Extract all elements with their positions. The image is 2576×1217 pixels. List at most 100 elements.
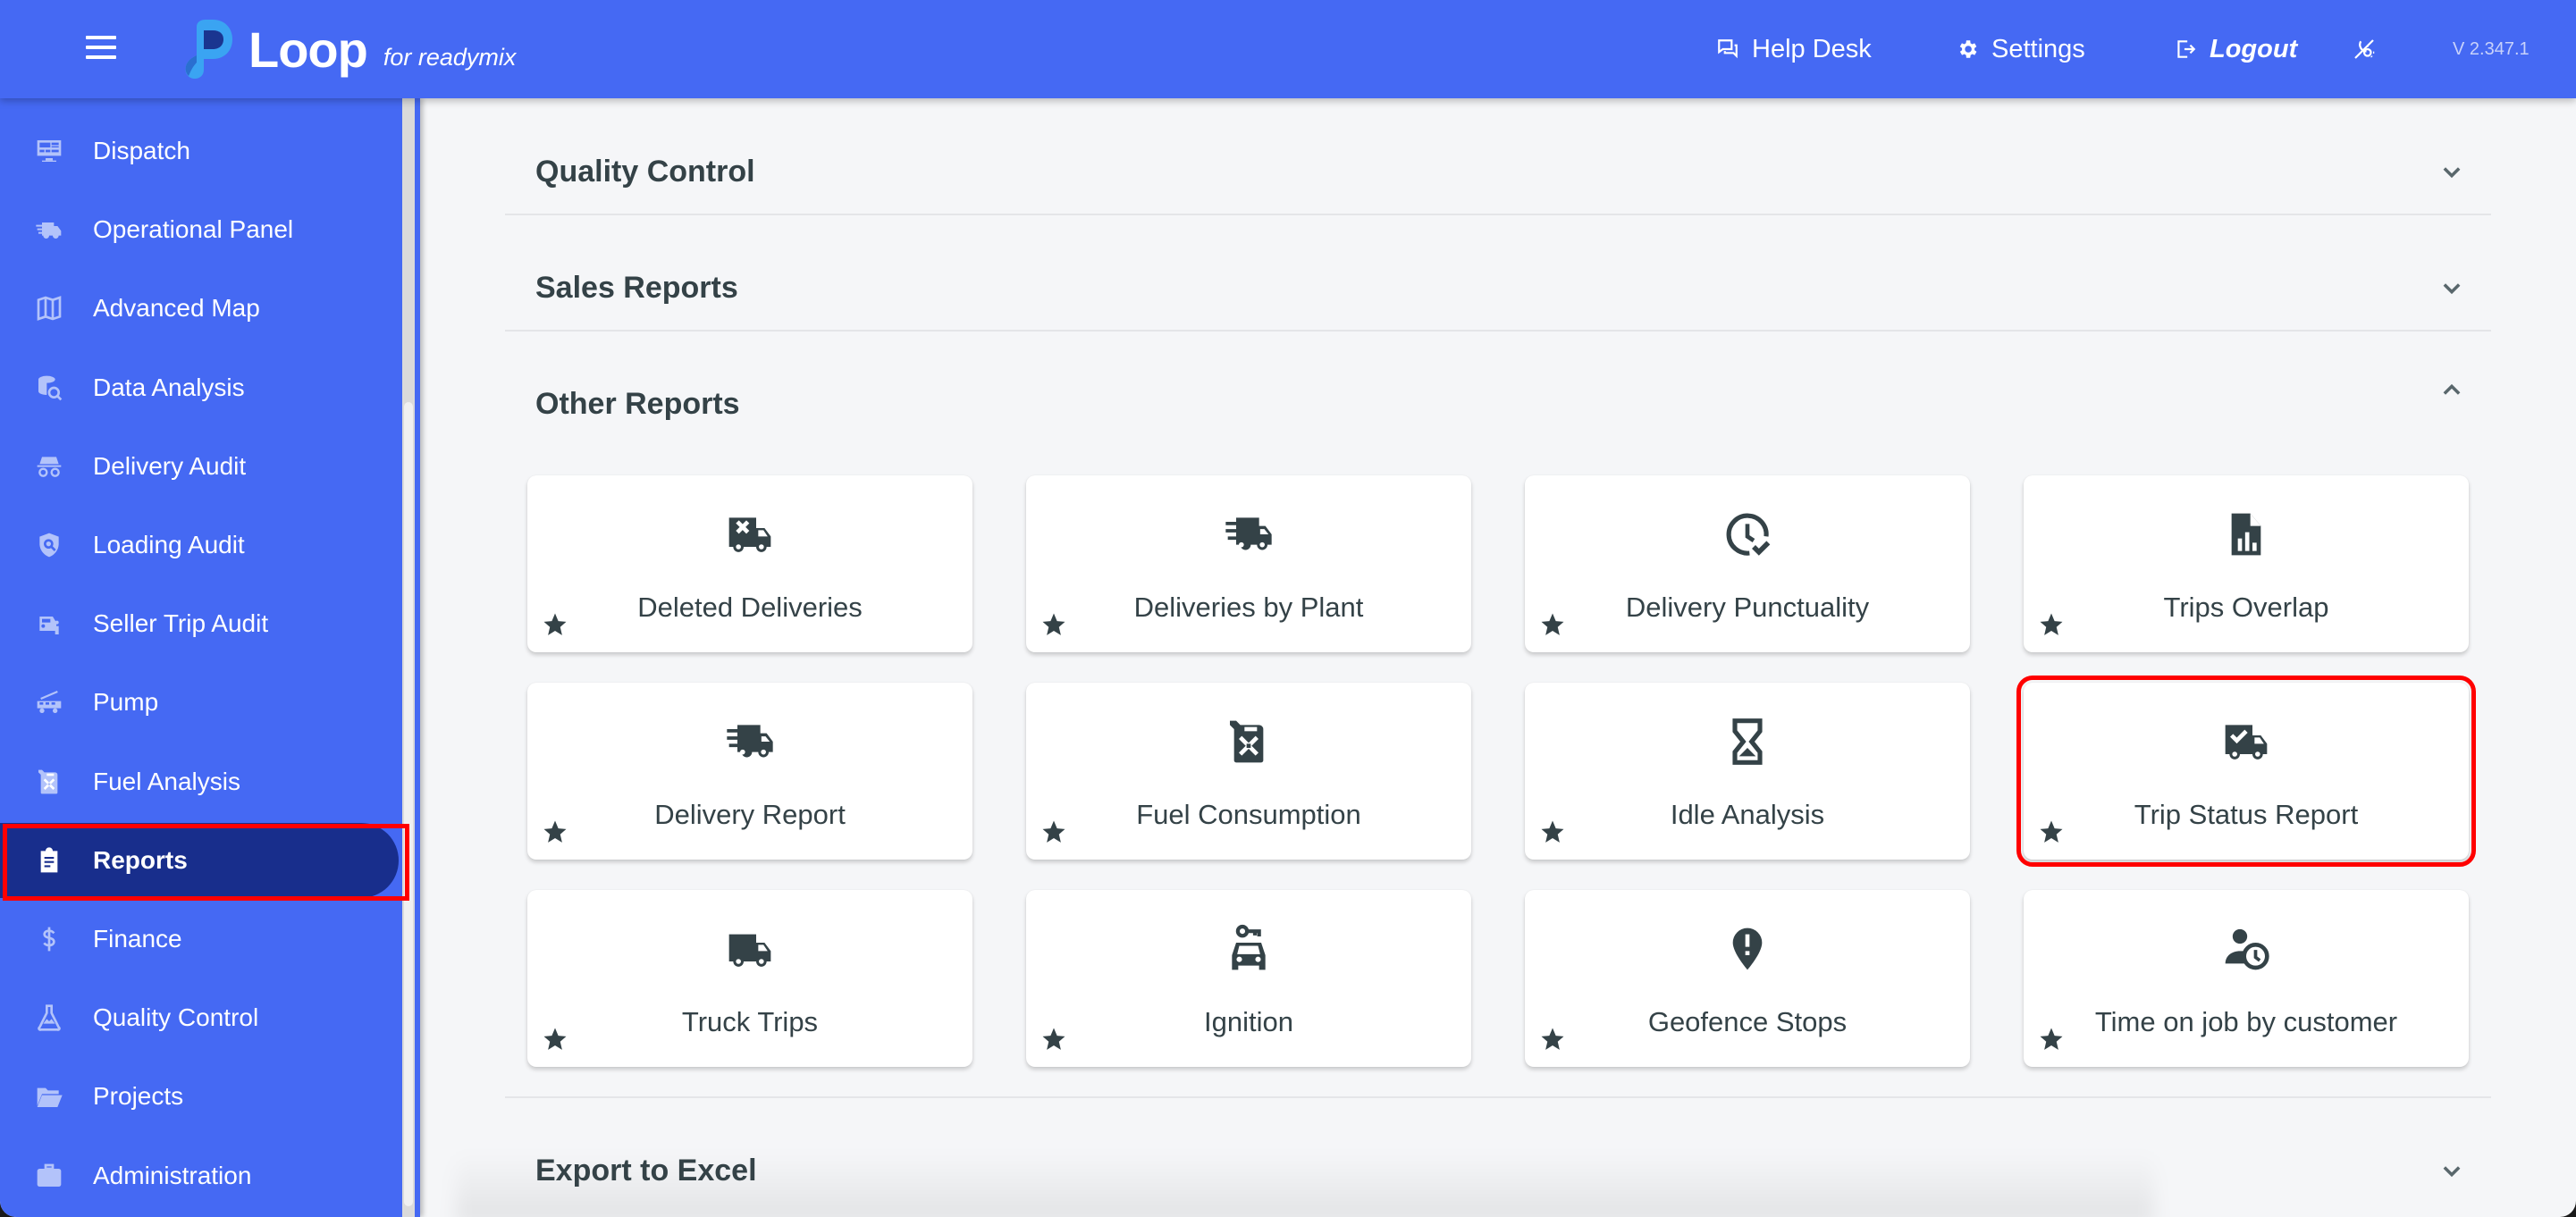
report-card-fuel-consumption[interactable]: Fuel Consumption bbox=[1026, 683, 1471, 860]
report-card-idle-analysis[interactable]: Idle Analysis bbox=[1525, 683, 1970, 860]
report-card-deliveries-by-plant[interactable]: Deliveries by Plant bbox=[1026, 475, 1471, 652]
sidebar-icon bbox=[34, 373, 64, 403]
section-title: Quality Control bbox=[535, 154, 755, 189]
star-favorite-icon[interactable] bbox=[1040, 611, 1067, 638]
pump-truck-icon bbox=[37, 691, 62, 714]
sidebar-item-label: Pump bbox=[93, 688, 159, 717]
section-export-to-excel[interactable]: Export to Excel bbox=[505, 1112, 2491, 1217]
sidebar-item-label: Data Analysis bbox=[93, 373, 245, 401]
sidebar-scrollbar-thumb[interactable] bbox=[404, 402, 413, 1206]
sidebar-item-label: Advanced Map bbox=[93, 294, 260, 323]
sidebar-icon bbox=[34, 687, 64, 718]
star-favorite-icon[interactable] bbox=[1539, 611, 1566, 638]
hamburger-menu-icon[interactable] bbox=[86, 36, 116, 61]
sidebar-item-label: Delivery Audit bbox=[93, 451, 247, 480]
divider bbox=[505, 214, 2491, 215]
flask-icon bbox=[38, 1004, 61, 1031]
sidebar-item-operational-panel[interactable]: Operational Panel bbox=[0, 192, 399, 267]
theme-toggle-button[interactable] bbox=[2351, 0, 2390, 98]
card-label: Trips Overlap bbox=[2163, 592, 2329, 623]
section-sales-reports[interactable]: Sales Reports bbox=[505, 230, 2491, 346]
sidebar-icon bbox=[34, 1161, 64, 1191]
fast-truck-icon bbox=[36, 222, 62, 239]
help-desk-link[interactable]: Help Desk bbox=[1716, 0, 1872, 98]
report-card-time-on-job-by-customer[interactable]: Time on job by customer bbox=[2024, 890, 2469, 1067]
sidebar-item-loading-audit[interactable]: Loading Audit bbox=[0, 508, 399, 583]
sidebar-item-advanced-map[interactable]: Advanced Map bbox=[0, 271, 399, 346]
chevron-down-icon bbox=[2443, 1166, 2461, 1178]
star-favorite-icon[interactable] bbox=[542, 1026, 568, 1053]
card-label: Delivery Punctuality bbox=[1625, 592, 1870, 623]
sidebar-item-finance[interactable]: Finance bbox=[0, 902, 399, 977]
report-card-deleted-deliveries[interactable]: Deleted Deliveries bbox=[527, 475, 972, 652]
star-favorite-icon[interactable] bbox=[542, 611, 568, 638]
logout-link[interactable]: Logout bbox=[2174, 0, 2297, 98]
report-card-delivery-punctuality[interactable]: Delivery Punctuality bbox=[1525, 475, 1970, 652]
file-chart-icon bbox=[2231, 513, 2261, 556]
sidebar-icon bbox=[34, 924, 64, 954]
report-card-trip-status-report[interactable]: Trip Status Report bbox=[2016, 676, 2476, 867]
card-label: Fuel Consumption bbox=[1136, 799, 1361, 830]
card-icon bbox=[1220, 506, 1277, 563]
gear-icon bbox=[1959, 40, 1977, 58]
sidebar-item-label: Quality Control bbox=[93, 1003, 259, 1032]
sidebar-item-pump[interactable]: Pump bbox=[0, 665, 399, 740]
sidebar-item-data-analysis[interactable]: Data Analysis bbox=[0, 350, 399, 425]
folder-open-icon bbox=[37, 1088, 63, 1108]
car-key-icon bbox=[1232, 924, 1266, 970]
sidebar-item-label: Administration bbox=[93, 1161, 252, 1189]
report-card-delivery-report[interactable]: Delivery Report bbox=[527, 683, 972, 860]
sidebar-icon bbox=[34, 530, 64, 560]
sidebar-icon bbox=[34, 1081, 64, 1112]
report-card-truck-trips[interactable]: Truck Trips bbox=[527, 890, 972, 1067]
sidebar-icon bbox=[34, 293, 64, 323]
sidebar-item-label: Operational Panel bbox=[93, 215, 294, 244]
sidebar-item-projects[interactable]: Projects bbox=[0, 1059, 399, 1134]
loop-logo-icon bbox=[185, 20, 232, 79]
sidebar-item-label: Projects bbox=[93, 1082, 184, 1111]
section-quality-control[interactable]: Quality Control bbox=[505, 113, 2491, 230]
report-card-trips-overlap[interactable]: Trips Overlap bbox=[2024, 475, 2469, 652]
sidebar-icon bbox=[34, 136, 64, 166]
incognito-icon bbox=[37, 457, 62, 477]
star-favorite-icon[interactable] bbox=[2038, 1026, 2065, 1053]
sidebar-item-reports[interactable]: Reports bbox=[0, 822, 399, 898]
main-content: Quality Control Sales Reports Other Repo… bbox=[420, 98, 2576, 1217]
star-favorite-icon[interactable] bbox=[2038, 611, 2065, 638]
monitor-dashboard-icon bbox=[37, 140, 62, 162]
report-card-ignition[interactable]: Ignition bbox=[1026, 890, 1471, 1067]
report-card-geofence-stops[interactable]: Geofence Stops bbox=[1525, 890, 1970, 1067]
card-icon bbox=[721, 506, 779, 563]
fuel-can-icon bbox=[1230, 720, 1264, 763]
sidebar-item-quality-control[interactable]: Quality Control bbox=[0, 980, 399, 1055]
divider bbox=[505, 1096, 2491, 1098]
card-icon bbox=[1719, 506, 1776, 563]
sidebar-icon bbox=[34, 451, 64, 482]
star-favorite-icon[interactable] bbox=[1040, 818, 1067, 845]
settings-link[interactable]: Settings bbox=[1956, 0, 2085, 98]
card-icon bbox=[721, 713, 779, 770]
card-icon bbox=[1719, 713, 1776, 770]
map-marker-alert-icon bbox=[1732, 927, 1763, 970]
theme-toggle-icon bbox=[2354, 39, 2375, 59]
card-icon bbox=[1220, 713, 1277, 770]
star-favorite-icon[interactable] bbox=[542, 818, 568, 845]
star-favorite-icon[interactable] bbox=[2038, 818, 2065, 845]
logo-text: Loop bbox=[248, 21, 368, 78]
card-label: Trip Status Report bbox=[2134, 799, 2359, 830]
star-favorite-icon[interactable] bbox=[1539, 818, 1566, 845]
sidebar-item-seller-trip-audit[interactable]: Seller Trip Audit bbox=[0, 586, 399, 661]
section-title: Other Reports bbox=[535, 386, 740, 421]
help-desk-label: Help Desk bbox=[1752, 34, 1872, 63]
star-favorite-icon[interactable] bbox=[1040, 1026, 1067, 1053]
star-favorite-icon[interactable] bbox=[1539, 1026, 1566, 1053]
sidebar-item-administration[interactable]: Administration bbox=[0, 1138, 399, 1213]
section-other-reports[interactable]: Other Reports bbox=[505, 346, 2491, 462]
car-info-icon bbox=[39, 617, 59, 635]
sidebar-item-dispatch[interactable]: Dispatch bbox=[0, 113, 399, 189]
logo[interactable]: Loop for readymix bbox=[177, 20, 516, 79]
logo-subtitle: for readymix bbox=[383, 43, 517, 71]
sidebar-item-delivery-audit[interactable]: Delivery Audit bbox=[0, 429, 399, 504]
sidebar-item-fuel-analysis[interactable]: Fuel Analysis bbox=[0, 744, 399, 819]
truck-fast-icon bbox=[727, 725, 773, 758]
